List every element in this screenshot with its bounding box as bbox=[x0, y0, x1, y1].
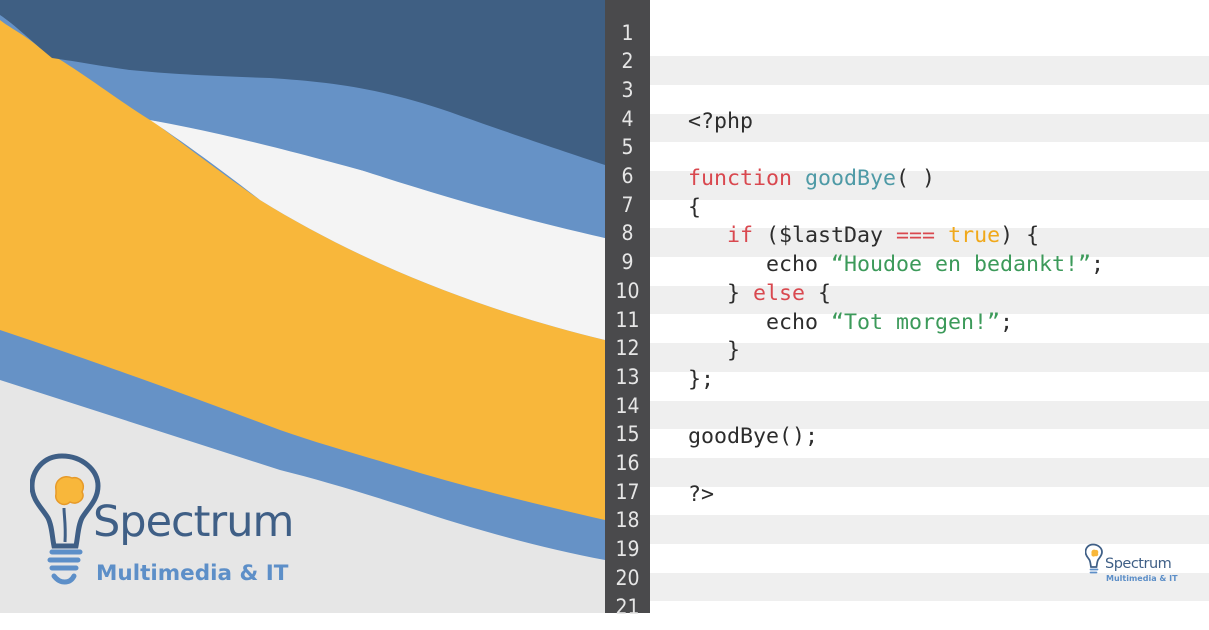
code-line-text: } bbox=[688, 334, 740, 363]
code-line-text: goodBye(); bbox=[688, 420, 818, 449]
code-line: }; bbox=[650, 372, 1209, 401]
line-number: 4 bbox=[605, 105, 650, 134]
line-number: 18 bbox=[605, 506, 650, 535]
code-token: function bbox=[688, 166, 792, 191]
line-number: 6 bbox=[605, 162, 650, 191]
code-token bbox=[688, 223, 727, 248]
line-number: 13 bbox=[605, 363, 650, 392]
line-number: 11 bbox=[605, 306, 650, 335]
code-line-text: ?> bbox=[688, 478, 714, 507]
line-number: 14 bbox=[605, 392, 650, 421]
line-number-gutter: 123456789101112131415161718192021 bbox=[605, 0, 650, 613]
line-number: 1 bbox=[605, 19, 650, 48]
code-line bbox=[650, 458, 1209, 487]
lightbulb-brain-icon bbox=[1085, 540, 1105, 582]
line-number: 21 bbox=[605, 593, 650, 622]
code-token: “Tot morgen!” bbox=[831, 310, 1000, 335]
line-number: 3 bbox=[605, 76, 650, 105]
code-line bbox=[650, 28, 1209, 57]
code-token: ; bbox=[1091, 252, 1104, 277]
code-token: echo bbox=[688, 310, 831, 335]
brand-tagline-small: Multimedia & IT bbox=[1106, 574, 1178, 584]
brand-name-small: Spectrum bbox=[1105, 555, 1171, 573]
code-token: ?> bbox=[688, 482, 714, 507]
line-number: 20 bbox=[605, 564, 650, 593]
line-number: 19 bbox=[605, 535, 650, 564]
code-token: === bbox=[896, 223, 935, 248]
line-number: 12 bbox=[605, 334, 650, 363]
code-token: goodBye(); bbox=[688, 424, 818, 449]
code-token: if bbox=[727, 223, 753, 248]
code-token: goodBye bbox=[805, 166, 896, 191]
code-token: ) { bbox=[1000, 223, 1039, 248]
code-token bbox=[935, 223, 948, 248]
code-token: echo bbox=[688, 252, 831, 277]
code-line-text: }; bbox=[688, 363, 714, 392]
code-token bbox=[792, 166, 805, 191]
line-number: 8 bbox=[605, 219, 650, 248]
code-line: function goodBye( ) bbox=[650, 171, 1209, 200]
code-token: } bbox=[688, 338, 740, 363]
code-line-text: <?php bbox=[688, 105, 753, 134]
code-line-text: if ($lastDay === true) { bbox=[688, 219, 1039, 248]
code-token: }; bbox=[688, 367, 714, 392]
code-line-text: echo “Houdoe en bedankt!”; bbox=[688, 248, 1104, 277]
line-number: 10 bbox=[605, 277, 650, 306]
code-line-text: echo “Tot morgen!”; bbox=[688, 306, 1013, 335]
line-number: 9 bbox=[605, 248, 650, 277]
code-token: { bbox=[805, 281, 831, 306]
code-token: ($lastDay bbox=[753, 223, 896, 248]
code-line-text: } else { bbox=[688, 277, 831, 306]
code-token: “Houdoe en bedankt!” bbox=[831, 252, 1091, 277]
code-token: ; bbox=[1000, 310, 1013, 335]
code-editor: <?phpfunction goodBye( ){ if ($lastDay =… bbox=[650, 0, 1209, 613]
code-token: true bbox=[948, 223, 1000, 248]
code-line bbox=[650, 56, 1209, 85]
line-number: 16 bbox=[605, 449, 650, 478]
code-line-text: { bbox=[688, 191, 701, 220]
code-line-text: function goodBye( ) bbox=[688, 162, 935, 191]
code-token: { bbox=[688, 195, 701, 220]
code-line: <?php bbox=[650, 114, 1209, 143]
code-token: <?php bbox=[688, 109, 753, 134]
code-line: ?> bbox=[650, 487, 1209, 516]
brand-name: Spectrum bbox=[93, 498, 293, 546]
code-token: } bbox=[688, 281, 753, 306]
code-line bbox=[650, 602, 1209, 630]
brand-tagline: Multimedia & IT bbox=[96, 561, 288, 587]
line-number: 2 bbox=[605, 47, 650, 76]
line-number: 5 bbox=[605, 133, 650, 162]
line-number: 17 bbox=[605, 478, 650, 507]
code-line: } bbox=[650, 343, 1209, 372]
code-line: goodBye(); bbox=[650, 429, 1209, 458]
line-number: 15 bbox=[605, 420, 650, 449]
code-token: ( ) bbox=[896, 166, 935, 191]
line-number: 7 bbox=[605, 191, 650, 220]
code-token: else bbox=[753, 281, 805, 306]
